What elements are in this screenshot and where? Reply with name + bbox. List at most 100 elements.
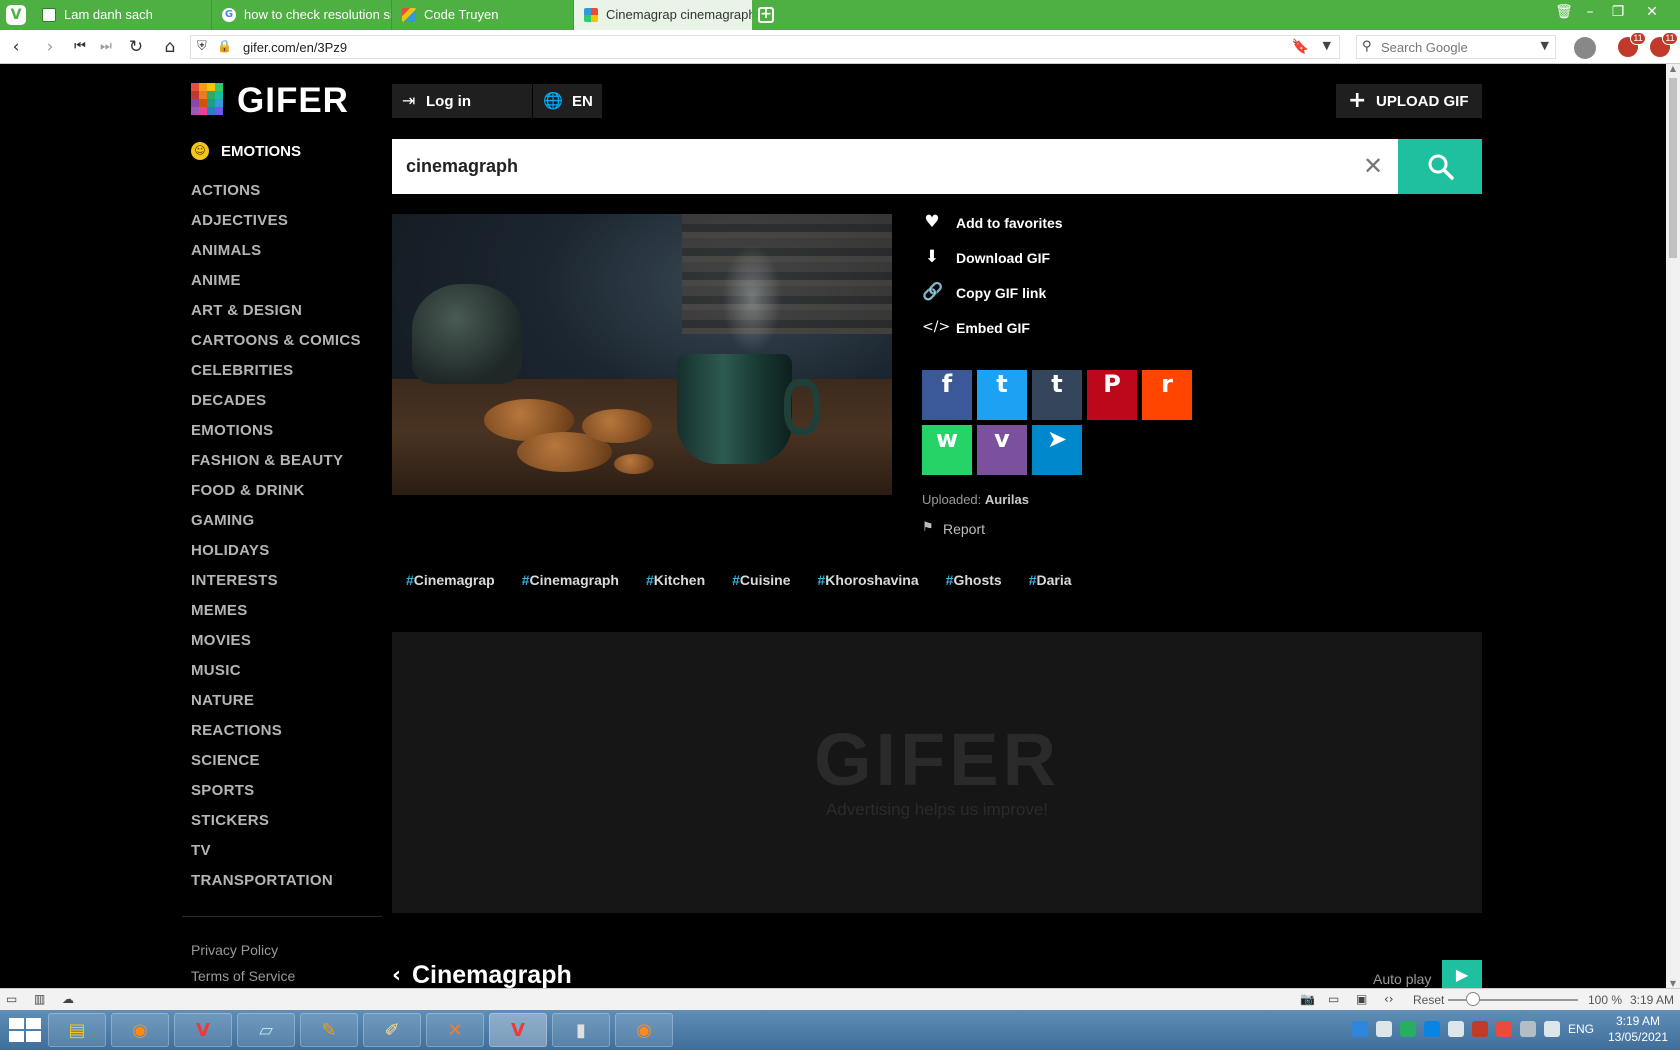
new-tab-icon[interactable]: + — [758, 7, 774, 23]
xampp-icon[interactable]: ✕ — [426, 1013, 484, 1047]
download-gif-button[interactable]: ⬇ Download GIF — [922, 245, 1122, 271]
tab-gifer-active[interactable]: Cinemagrap cinemagraph Kitchen — [574, 0, 752, 30]
profile-avatar[interactable] — [1574, 37, 1596, 59]
sidebar-category-reactions[interactable]: REACTIONS — [191, 720, 381, 750]
add-to-favorites-button[interactable]: ♥ Add to favorites — [922, 210, 1122, 236]
sidebar-category-food-drink[interactable]: FOOD & DRINK — [191, 480, 381, 510]
sidebar-category-anime[interactable]: ANIME — [191, 270, 381, 300]
sidebar-category-adjectives[interactable]: ADJECTIVES — [191, 210, 381, 240]
vivaldi-menu-icon[interactable]: V — [6, 5, 26, 25]
url-text[interactable]: gifer.com/en/3Pz9 — [243, 40, 347, 55]
share-viber-button[interactable]: v — [977, 425, 1027, 475]
sidebar-category-art-design[interactable]: ART & DESIGN — [191, 300, 381, 330]
chevron-down-icon[interactable]: ▼ — [1323, 39, 1331, 52]
tab-resolution-search[interactable]: G how to check resolution size — [212, 0, 392, 30]
terms-of-service-link[interactable]: Terms of Service — [191, 968, 295, 984]
firefox-icon[interactable]: ◉ — [615, 1013, 673, 1047]
scrollbar-thumb[interactable] — [1669, 78, 1677, 258]
tray-volume-icon[interactable] — [1376, 1021, 1392, 1037]
share-twitter-button[interactable]: t — [977, 370, 1027, 420]
tiling-icon[interactable]: ▥ — [34, 992, 45, 1006]
notepad-icon[interactable]: ▱ — [237, 1013, 295, 1047]
taskbar-clock[interactable]: 3:19 AM 13/05/2021 — [1600, 1013, 1676, 1045]
sidebar-category-movies[interactable]: MOVIES — [191, 630, 381, 660]
tag-cinemagraph[interactable]: #Cinemagraph — [522, 572, 619, 588]
login-button[interactable]: ⇥ Log in — [392, 84, 532, 118]
reload-icon[interactable]: ↻ — [126, 37, 146, 57]
share-tumblr-button[interactable]: t — [1032, 370, 1082, 420]
tray-app-icon[interactable] — [1448, 1021, 1464, 1037]
tray-vivaldi-icon[interactable] — [1496, 1021, 1512, 1037]
gif-search-input[interactable] — [406, 153, 1306, 179]
lock-icon[interactable]: 🔒 — [217, 39, 232, 53]
sidebar-category-music[interactable]: MUSIC — [191, 660, 381, 690]
share-reddit-button[interactable]: r — [1142, 370, 1192, 420]
share-telegram-button[interactable]: ➤ — [1032, 425, 1082, 475]
sync-cloud-icon[interactable]: ☁ — [62, 992, 74, 1006]
back-icon[interactable]: ‹ — [6, 37, 26, 57]
sidebar-category-emotions[interactable]: EMOTIONS — [191, 420, 381, 450]
url-field[interactable]: ⛨ 🔒 gifer.com/en/3Pz9 🔖 ▼ — [190, 35, 1340, 59]
share-facebook-button[interactable]: f — [922, 370, 972, 420]
clear-search-icon[interactable]: ✕ — [1358, 152, 1388, 182]
tray-app-icon[interactable] — [1472, 1021, 1488, 1037]
tag-cinemagrap[interactable]: #Cinemagrap — [406, 572, 495, 588]
tag-daria[interactable]: #Daria — [1029, 572, 1072, 588]
capture-icon[interactable]: 📷 — [1300, 992, 1315, 1006]
zoom-slider-handle[interactable] — [1466, 992, 1480, 1006]
input-language[interactable]: ENG — [1568, 1022, 1594, 1036]
sidebar-category-nature[interactable]: NATURE — [191, 690, 381, 720]
vivaldi-active-icon[interactable]: V — [489, 1013, 547, 1047]
browser-search-box[interactable]: ⚲ ▼ — [1356, 35, 1556, 59]
privacy-policy-link[interactable]: Privacy Policy — [191, 942, 278, 958]
file-explorer-icon[interactable]: ▤ — [48, 1013, 106, 1047]
restore-icon[interactable]: ❐ — [1606, 4, 1630, 20]
sidebar-category-sports[interactable]: SPORTS — [191, 780, 381, 810]
uploader-name[interactable]: Aurilas — [985, 492, 1029, 507]
sidebar-category-memes[interactable]: MEMES — [191, 600, 381, 630]
sidebar-category-animals[interactable]: ANIMALS — [191, 240, 381, 270]
firefox-icon[interactable]: ◉ — [111, 1013, 169, 1047]
extension-icon[interactable]: 11 — [1618, 32, 1646, 57]
embed-gif-button[interactable]: </> Embed GIF — [922, 315, 1122, 341]
close-window-icon[interactable]: ✕ — [1640, 4, 1664, 20]
paint-icon[interactable]: ✎ — [300, 1013, 358, 1047]
sidebar-category-tv[interactable]: TV — [191, 840, 381, 870]
tab-code-truyen[interactable]: Code Truyen — [392, 0, 574, 30]
page-actions-icon[interactable]: ‹› — [1384, 992, 1394, 1006]
panel-toggle-icon[interactable]: ▭ — [6, 992, 17, 1006]
adblock-icon[interactable]: 11 — [1650, 32, 1678, 57]
tray-flag-icon[interactable] — [1544, 1021, 1560, 1037]
tag-khoroshavina[interactable]: #Khoroshavina — [818, 572, 919, 588]
sidebar-category-cartoons-comics[interactable]: CARTOONS & COMICS — [191, 330, 381, 360]
bookmark-icon[interactable]: 🔖 — [1292, 39, 1309, 55]
upload-gif-button[interactable]: + UPLOAD GIF — [1336, 84, 1482, 118]
chevron-left-icon[interactable]: ‹ — [392, 963, 401, 988]
sidebar-category-science[interactable]: SCIENCE — [191, 750, 381, 780]
tray-printer-icon[interactable] — [1520, 1021, 1536, 1037]
tab-lam-danh-sach[interactable]: Lam danh sach — [32, 0, 212, 30]
vertical-scrollbar[interactable]: ▲ ▼ — [1666, 64, 1680, 988]
chevron-down-icon[interactable]: ▼ — [1541, 39, 1549, 52]
image-toggle-icon[interactable]: ▣ — [1356, 992, 1367, 1006]
gif-preview-image[interactable] — [392, 214, 892, 495]
scroll-down-icon[interactable]: ▼ — [1666, 979, 1680, 988]
sketch-icon[interactable]: ✐ — [363, 1013, 421, 1047]
tag-kitchen[interactable]: #Kitchen — [646, 572, 705, 588]
start-button[interactable] — [6, 1014, 44, 1046]
sidebar-category-interests[interactable]: INTERESTS — [191, 570, 381, 600]
sidebar-category-decades[interactable]: DECADES — [191, 390, 381, 420]
copy-gif-link-button[interactable]: 🔗 Copy GIF link — [922, 280, 1122, 306]
vivaldi-icon[interactable]: V — [174, 1013, 232, 1047]
search-button[interactable] — [1398, 139, 1482, 194]
home-icon[interactable]: ⌂ — [160, 37, 180, 57]
browser-search-input[interactable] — [1381, 38, 1531, 56]
sidebar-category-holidays[interactable]: HOLIDAYS — [191, 540, 381, 570]
sidebar-category-actions[interactable]: ACTIONS — [191, 180, 381, 210]
sidebar-category-transportation[interactable]: TRANSPORTATION — [191, 870, 381, 900]
minimize-icon[interactable]: – — [1578, 4, 1602, 20]
tray-security-icon[interactable] — [1400, 1021, 1416, 1037]
server-icon[interactable]: ▮ — [552, 1013, 610, 1047]
rewind-icon[interactable]: ⏮ — [70, 37, 90, 57]
autoplay-button[interactable]: ▶ — [1442, 960, 1482, 988]
